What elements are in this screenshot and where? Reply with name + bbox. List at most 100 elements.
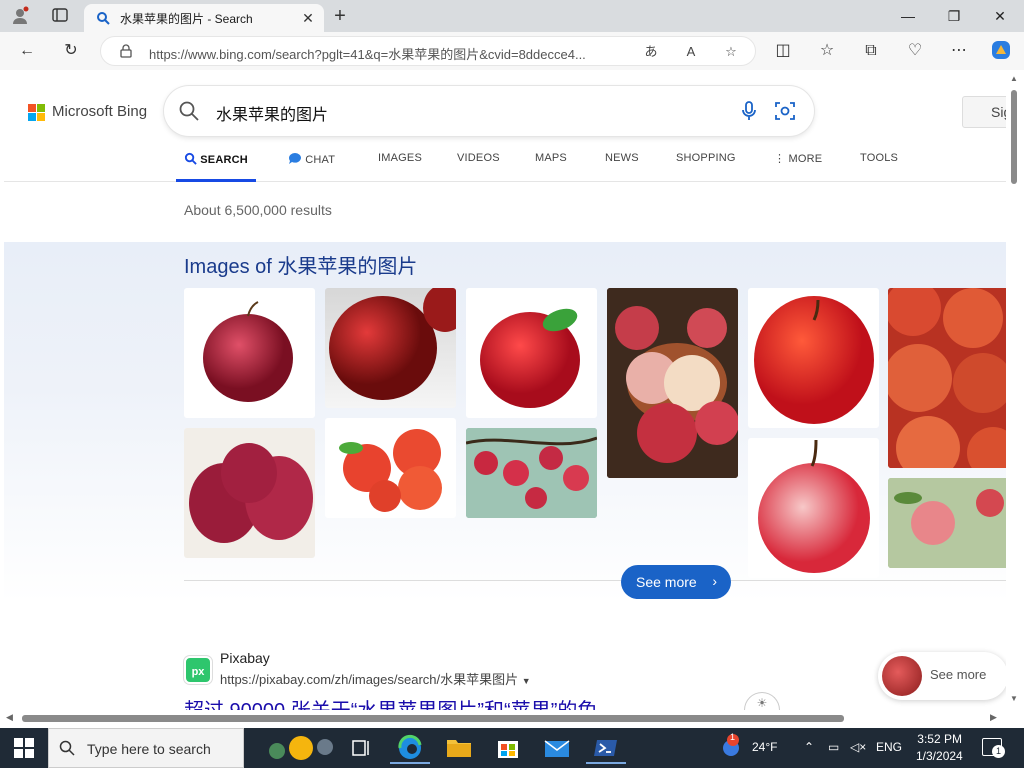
store-icon[interactable] <box>488 732 528 764</box>
side-see-more-label: See more <box>930 667 987 682</box>
result-url[interactable]: https://pixabay.com/zh/images/search/水果苹… <box>220 669 531 688</box>
image-thumbnail[interactable] <box>466 288 597 418</box>
close-tab-icon[interactable]: ✕ <box>298 8 318 28</box>
active-tab[interactable]: 水果苹果的图片 - Search ✕ <box>84 4 324 32</box>
caret-down-icon[interactable]: ▼ <box>522 676 531 686</box>
image-thumbnail[interactable] <box>184 428 315 558</box>
powershell-icon[interactable] <box>586 732 626 764</box>
image-thumbnail[interactable] <box>184 288 315 418</box>
side-see-more-button[interactable]: See more <box>878 652 1006 700</box>
vertical-scroll-thumb[interactable] <box>1011 90 1017 184</box>
tab-search[interactable]: SEARCH <box>184 152 248 166</box>
new-tab-icon[interactable]: + <box>330 6 350 26</box>
tab-shopping[interactable]: SHOPPING <box>676 152 736 164</box>
tab-actions-icon[interactable] <box>50 6 70 26</box>
windows-taskbar: Type here to search 1 24°F ⌃ ▭ ◁× ENG 3:… <box>0 728 1024 768</box>
favorite-star-icon[interactable]: ☆ <box>721 42 741 62</box>
system-clock[interactable]: 3:52 PM 1/3/2024 <box>916 731 963 765</box>
apple-avatar-icon <box>882 656 922 696</box>
result-url-text: https://pixabay.com/zh/images/search/水果苹… <box>220 672 519 687</box>
tray-chevron-icon[interactable]: ⌃ <box>804 740 814 754</box>
see-more-images-button[interactable]: See more › <box>621 565 731 599</box>
tab-chat-label: CHAT <box>305 154 336 166</box>
notification-icon[interactable]: 1 <box>982 738 1005 758</box>
visual-search-icon[interactable] <box>774 100 796 122</box>
clock-date: 1/3/2024 <box>916 749 963 763</box>
favorites-icon[interactable]: ☆ <box>814 39 840 63</box>
scroll-left-icon[interactable]: ◀ <box>6 712 13 723</box>
lightbulb-icon[interactable]: ☀ <box>744 692 780 710</box>
chat-icon <box>289 153 301 164</box>
tab-images[interactable]: IMAGES <box>378 152 422 164</box>
weather-badge: 1 <box>730 732 736 742</box>
mail-icon[interactable] <box>537 732 577 764</box>
translate-icon[interactable]: あ <box>641 42 661 62</box>
microphone-icon[interactable] <box>738 100 760 122</box>
network-icon[interactable]: ▭ <box>828 740 839 754</box>
start-icon[interactable] <box>14 738 34 763</box>
search-icon[interactable] <box>178 100 200 122</box>
sign-in-button[interactable]: Sign <box>962 96 1006 128</box>
split-screen-icon[interactable]: ◫ <box>770 39 796 63</box>
search-favicon-icon <box>97 12 110 25</box>
browser-essentials-icon[interactable]: ♡ <box>902 39 928 63</box>
tab-chat[interactable]: CHAT <box>288 152 335 166</box>
tab-more-label: MORE <box>788 153 823 165</box>
lock-icon <box>120 44 132 58</box>
taskbar-search-icon <box>59 740 75 756</box>
see-more-label: See more <box>636 574 697 590</box>
active-tab-underline <box>176 179 256 182</box>
file-explorer-icon[interactable] <box>439 732 479 764</box>
taskbar-search-placeholder: Type here to search <box>87 741 211 757</box>
scroll-right-icon[interactable]: ▶ <box>990 712 997 723</box>
image-thumbnail[interactable] <box>748 438 879 578</box>
collections-icon[interactable]: ⧉ <box>858 39 884 63</box>
read-aloud-icon[interactable]: A <box>681 42 701 62</box>
scroll-down-icon[interactable]: ▼ <box>1010 694 1018 703</box>
tab-tools[interactable]: TOOLS <box>860 152 898 164</box>
vertical-scrollbar[interactable]: ▲ ▼ <box>1006 70 1024 710</box>
search-query[interactable]: 水果苹果的图片 <box>216 101 328 125</box>
result-site-name[interactable]: Pixabay <box>220 650 270 666</box>
tab-more[interactable]: ⋮ MORE <box>774 152 822 165</box>
url-text: https://www.bing.com/search?pglt=41&q=水果… <box>149 47 586 62</box>
image-thumbnail[interactable] <box>748 288 879 428</box>
image-thumbnail[interactable] <box>325 288 456 408</box>
tab-news[interactable]: NEWS <box>605 152 639 164</box>
refresh-icon[interactable]: ↻ <box>58 39 84 63</box>
language-indicator[interactable]: ENG <box>876 740 902 754</box>
tab-videos[interactable]: VIDEOS <box>457 152 500 164</box>
address-bar[interactable]: https://www.bing.com/search?pglt=41&q=水果… <box>100 36 756 66</box>
task-view-icon[interactable] <box>342 732 382 764</box>
close-window-icon[interactable]: ✕ <box>980 4 1020 28</box>
back-icon[interactable]: ← <box>14 39 40 63</box>
images-heading[interactable]: Images of 水果苹果的图片 <box>184 250 417 279</box>
profile-icon[interactable] <box>10 6 30 26</box>
copilot-icon[interactable] <box>988 39 1014 63</box>
clock-time: 3:52 PM <box>917 732 962 746</box>
search-nav: SEARCH CHAT IMAGES VIDEOS MAPS NEWS SHOP… <box>4 142 1006 182</box>
result-title-link[interactable]: 超过 90000 张关于“水果苹果图片”和“苹果”的免 <box>184 694 597 710</box>
horizontal-scrollbar[interactable]: ◀ ▶ <box>0 710 1024 728</box>
minimize-icon[interactable]: — <box>888 4 928 28</box>
images-divider <box>184 580 1006 581</box>
volume-muted-icon[interactable]: ◁× <box>850 740 866 754</box>
tab-maps[interactable]: MAPS <box>535 152 567 164</box>
browser-tab-bar: 水果苹果的图片 - Search ✕ + — ❐ ✕ <box>0 0 1024 32</box>
result-count: About 6,500,000 results <box>184 202 332 218</box>
edge-app-icon[interactable] <box>390 732 430 764</box>
image-thumbnail[interactable] <box>888 478 1006 568</box>
taskbar-search-box[interactable]: Type here to search <box>48 728 333 768</box>
image-thumbnail[interactable] <box>325 418 456 518</box>
image-thumbnail[interactable] <box>607 288 738 478</box>
image-thumbnail[interactable] <box>466 428 597 518</box>
horizontal-scroll-thumb[interactable] <box>22 715 844 722</box>
settings-more-icon[interactable]: ⋯ <box>946 39 972 63</box>
image-thumbnail[interactable] <box>888 288 1006 468</box>
weather-temp[interactable]: 24°F <box>752 740 777 754</box>
page-content: Microsoft Bing 水果苹果的图片 Sign SEARCH CHAT … <box>4 70 1006 710</box>
scroll-up-icon[interactable]: ▲ <box>1010 74 1018 83</box>
search-box[interactable]: 水果苹果的图片 <box>164 86 814 136</box>
chevron-right-icon: › <box>712 573 717 589</box>
restore-icon[interactable]: ❐ <box>934 4 974 28</box>
